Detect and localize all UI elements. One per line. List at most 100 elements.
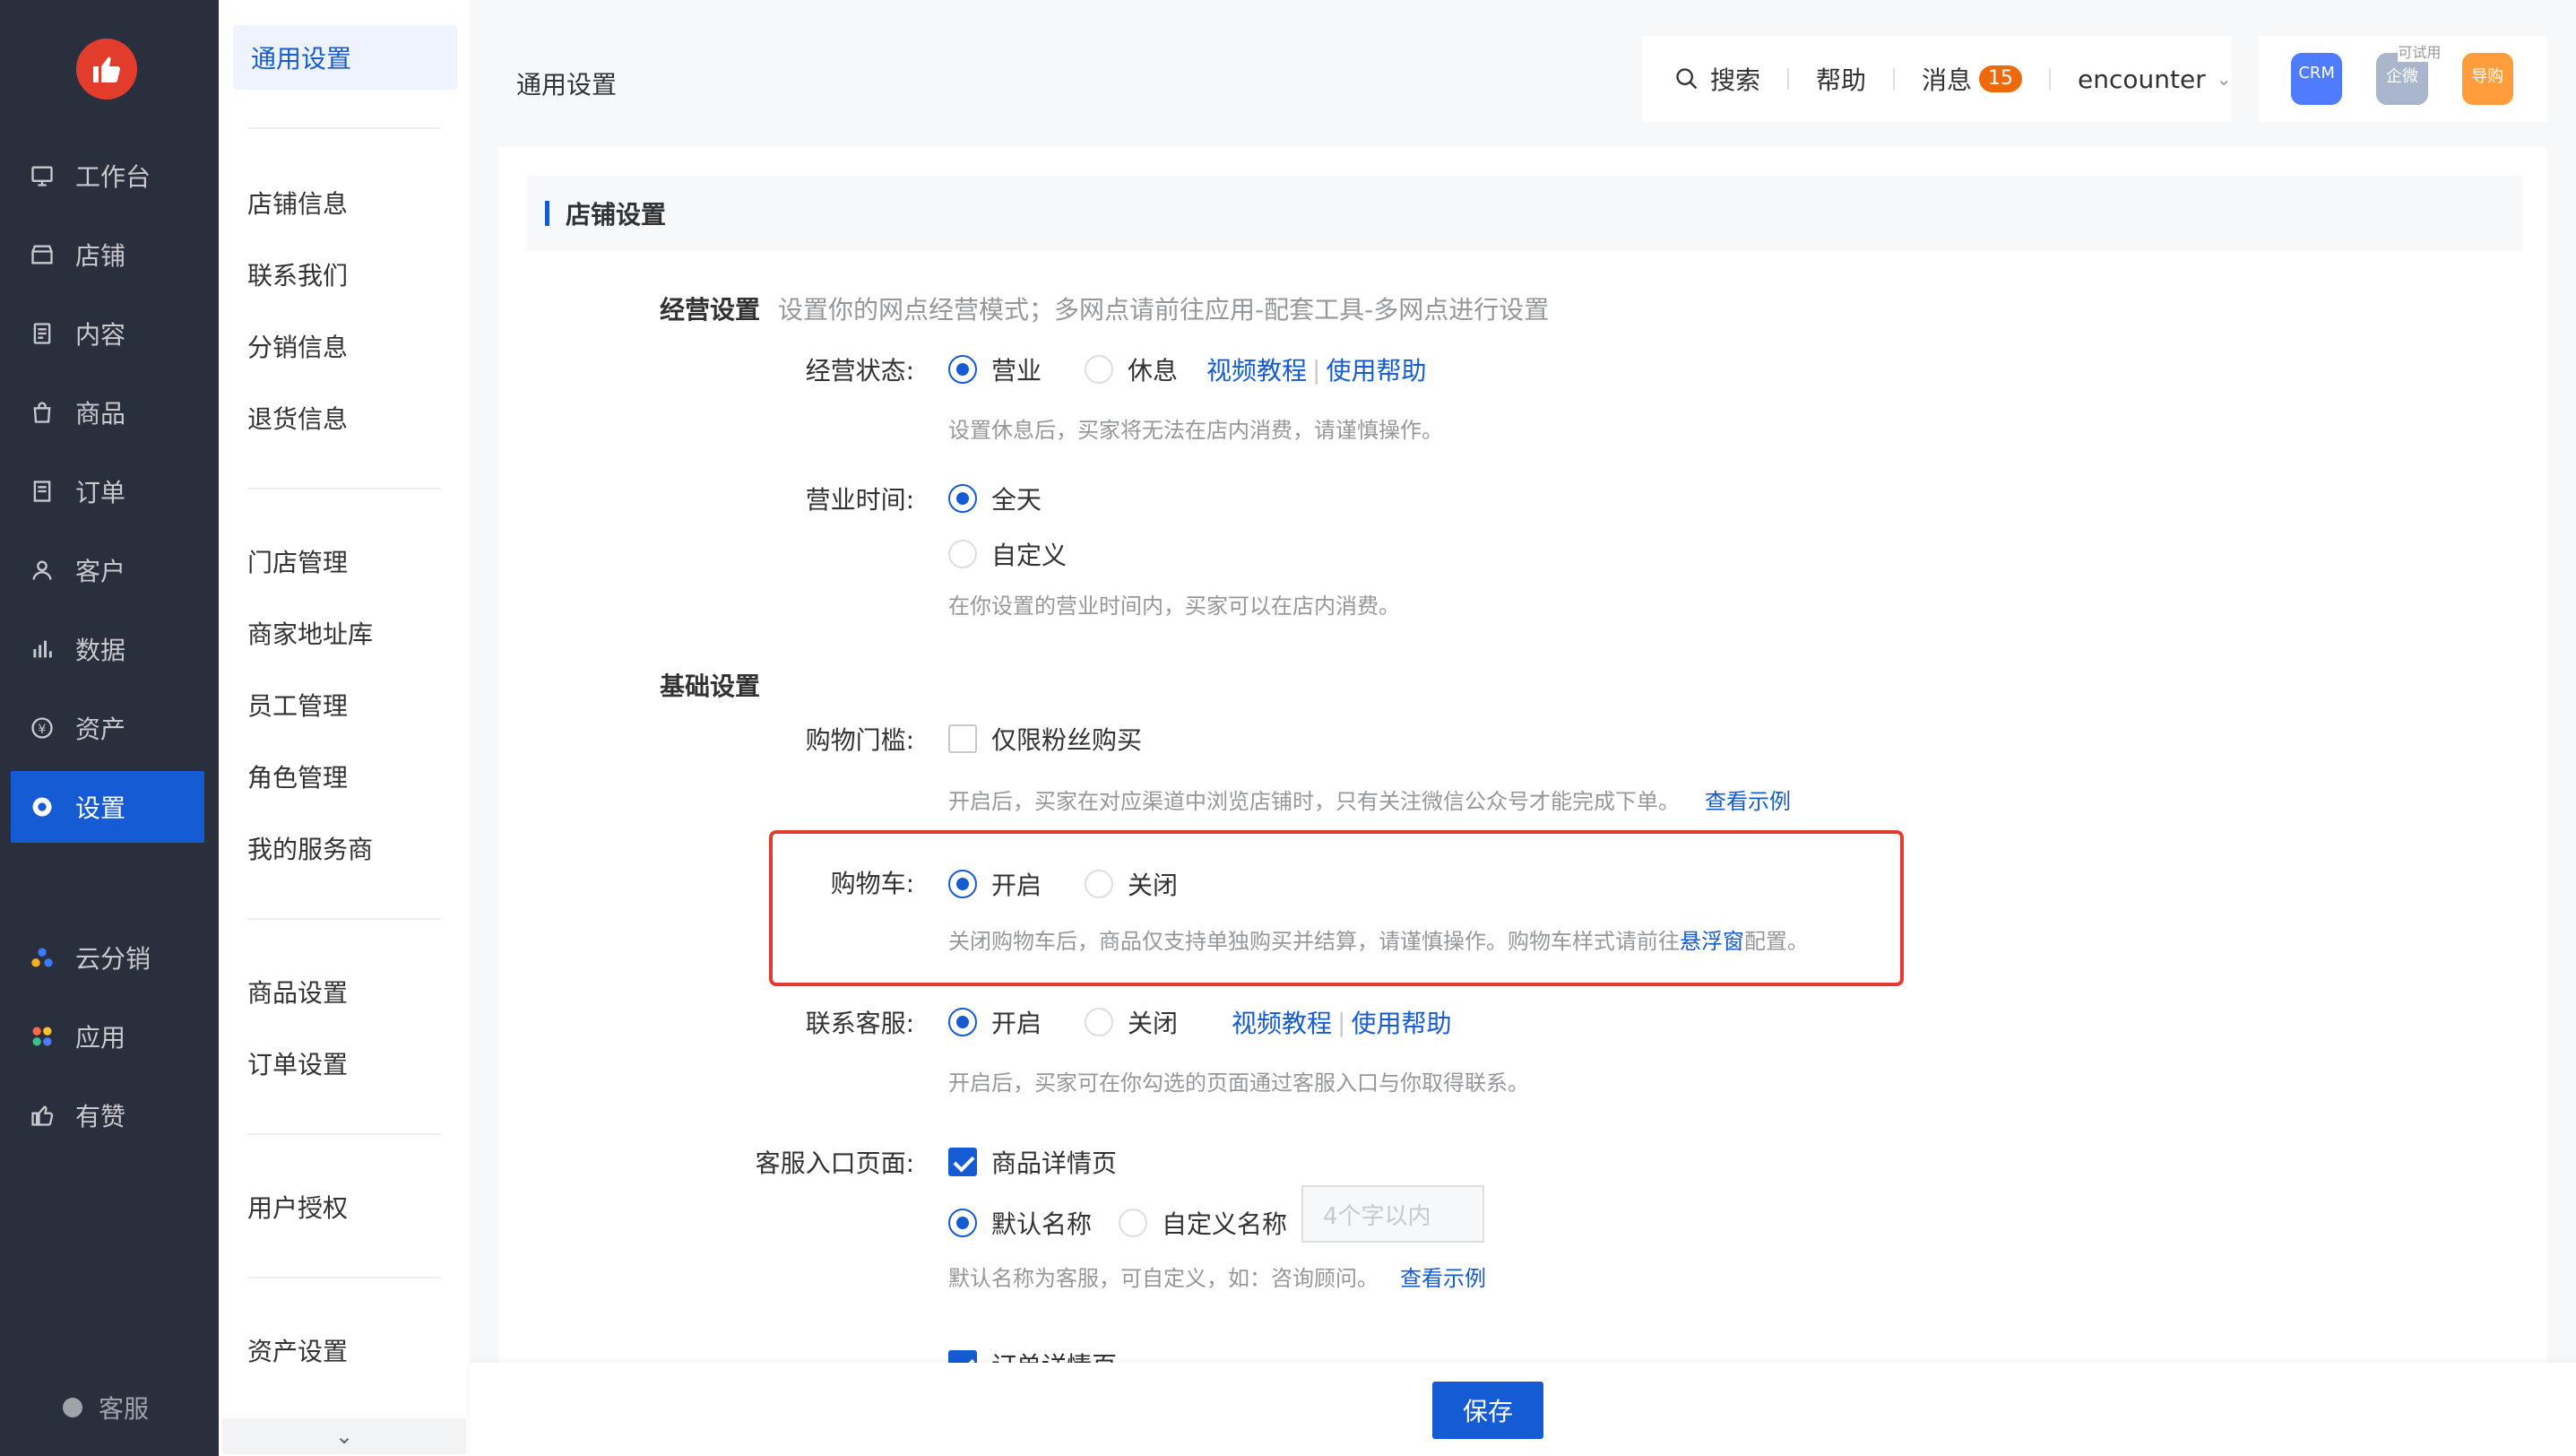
highlight-box (769, 830, 1904, 986)
subnav-item[interactable]: 商品设置 (247, 974, 348, 1010)
subnav-item-general[interactable]: 通用设置 (233, 25, 457, 90)
crm-app-icon[interactable]: CRM (2291, 53, 2343, 105)
app-label: 导购 (2471, 67, 2504, 86)
service-hint: 开启后，买家可在你勾选的页面通过客服入口与你取得联系。 (948, 1070, 1529, 1096)
nav-item-content[interactable]: 内容 (11, 298, 204, 369)
nav-label: 应用 (75, 1023, 126, 1053)
view-example-link[interactable]: 查看示例 (1400, 1266, 1486, 1291)
nav-item-goods[interactable]: 商品 (11, 377, 204, 448)
subnav-item[interactable]: 退货信息 (247, 400, 348, 436)
brand-logo[interactable] (76, 39, 137, 100)
user-menu[interactable]: encounter (2078, 65, 2206, 94)
radio-service-on[interactable] (948, 1008, 977, 1036)
subnav-item[interactable]: 角色管理 (247, 758, 348, 794)
entry-hint: 默认名称为客服，可自定义，如：咨询顾问。 查看示例 (948, 1261, 1486, 1292)
main-nav: 工作台 店铺 内容 商品 订单 客户 数据 ¥ 资产 设置 云分销 应用 有赞 客… (0, 0, 219, 1456)
divider (1787, 68, 1790, 90)
entry-name-options: 默认名称 自定义名称 (948, 1205, 1287, 1241)
radio-rest[interactable] (1085, 355, 1114, 384)
service-options: 开启 关闭 视频教程 | 使用帮助 (948, 1004, 1452, 1040)
radio-label: 自定义名称 (1162, 1209, 1288, 1239)
radio-cart-on[interactable] (948, 870, 977, 898)
goods-icon (29, 399, 56, 426)
subnav-item[interactable]: 商家地址库 (247, 615, 373, 651)
subnav-item[interactable]: 我的服务商 (247, 830, 373, 866)
subnav-item[interactable]: 资产设置 (247, 1332, 348, 1368)
radio-custom[interactable] (948, 540, 977, 568)
radio-label: 自定义 (991, 541, 1068, 570)
radio-label: 全天 (991, 485, 1042, 515)
radio-label: 开启 (991, 1009, 1042, 1038)
nav-label: 店铺 (75, 241, 126, 271)
subnav-item[interactable]: 店铺信息 (247, 185, 348, 221)
threshold-option: 仅限粉丝购买 (948, 721, 1142, 757)
nav-item-order[interactable]: 订单 (11, 455, 204, 527)
search-link[interactable]: 搜索 (1710, 61, 1760, 97)
guide-app-icon[interactable]: 导购 (2461, 53, 2513, 105)
nav-label: 内容 (75, 320, 126, 350)
radio-open[interactable] (948, 355, 977, 384)
nav-item-data[interactable]: 数据 (11, 613, 204, 685)
subnav-item[interactable]: 分销信息 (247, 328, 348, 364)
nav-item-cloud-distribution[interactable]: 云分销 (11, 922, 204, 993)
nav-item-youzan[interactable]: 有赞 (11, 1079, 204, 1151)
customer-icon (29, 557, 56, 584)
divider: | (1337, 1007, 1346, 1037)
subnav-item[interactable]: 员工管理 (247, 687, 348, 723)
view-example-link[interactable]: 查看示例 (1705, 789, 1791, 814)
nav-item-store[interactable]: 店铺 (11, 219, 204, 290)
youzan-thumb-icon (29, 1102, 56, 1129)
messages-link[interactable]: 消息 (1922, 61, 1972, 97)
business-status-hint: 设置休息后，买家将无法在店内消费，请谨慎操作。 (948, 418, 1443, 443)
wecom-app-icon[interactable]: 可试用 企微 (2376, 40, 2442, 105)
video-tutorial-link[interactable]: 视频教程 (1232, 1004, 1332, 1040)
radio-label: 营业 (991, 356, 1042, 386)
help-link[interactable]: 帮助 (1816, 61, 1866, 97)
chevron-down-icon[interactable]: ⌄ (2217, 68, 2232, 90)
subnav-divider (247, 127, 441, 129)
nav-item-apps[interactable]: 应用 (11, 1001, 204, 1072)
app-label: CRM (2298, 64, 2335, 82)
usage-help-link[interactable]: 使用帮助 (1326, 351, 1426, 387)
section-accent-bar (545, 201, 549, 226)
radio-service-off[interactable] (1085, 1008, 1114, 1036)
radio-default-name[interactable] (948, 1209, 977, 1237)
checkbox-fans-only[interactable] (948, 724, 977, 753)
threshold-label: 购物门槛: (805, 725, 914, 755)
usage-help-link[interactable]: 使用帮助 (1351, 1004, 1451, 1040)
threshold-hint-text: 开启后，买家在对应渠道中浏览店铺时，只有关注微信公众号才能完成下单。 (948, 789, 1680, 814)
search-icon[interactable] (1674, 66, 1699, 91)
nav-label: 云分销 (75, 944, 151, 974)
radio-all-day[interactable] (948, 484, 977, 513)
radio-label: 开启 (991, 871, 1042, 900)
checkbox-label: 仅限粉丝购买 (991, 725, 1143, 755)
subnav-scroll-more[interactable]: ⌄ (222, 1418, 466, 1454)
nav-item-settings[interactable]: 设置 (11, 771, 204, 843)
custom-name-input[interactable]: 4个字以内 (1301, 1185, 1484, 1243)
nav-label: 数据 (75, 636, 126, 665)
cart-hint: 关闭购物车后，商品仅支持单独购买并结算，请谨慎操作。购物车样式请前往悬浮窗配置。 (948, 923, 1809, 955)
nav-label: 订单 (75, 478, 126, 507)
subnav-item[interactable]: 联系我们 (247, 256, 348, 292)
cart-label: 购物车: (830, 869, 914, 898)
nav-item-asset[interactable]: ¥ 资产 (11, 692, 204, 764)
nav-item-customer[interactable]: 客户 (11, 534, 204, 606)
subnav-item[interactable]: 用户授权 (247, 1189, 348, 1225)
subnav-item[interactable]: 门店管理 (247, 543, 348, 579)
cart-hint-suffix: 配置。 (1744, 929, 1809, 954)
video-tutorial-link[interactable]: 视频教程 (1206, 351, 1307, 387)
page-title: 通用设置 (516, 70, 618, 100)
business-hours-custom: 自定义 (948, 536, 1067, 572)
save-button[interactable]: 保存 (1432, 1382, 1543, 1439)
nav-customer-service[interactable]: 客服 (63, 1390, 149, 1426)
floating-window-link[interactable]: 悬浮窗 (1680, 929, 1744, 954)
radio-custom-name[interactable] (1119, 1209, 1148, 1237)
business-hours-label: 营业时间: (805, 485, 914, 515)
checkbox-goods-detail[interactable] (948, 1148, 977, 1176)
nav-item-workbench[interactable]: 工作台 (11, 140, 204, 212)
divider: | (1312, 354, 1321, 385)
radio-cart-off[interactable] (1085, 870, 1114, 898)
basic-settings-title: 基础设置 (660, 672, 761, 701)
nav-label: 设置 (75, 793, 126, 823)
subnav-item[interactable]: 订单设置 (247, 1045, 348, 1081)
